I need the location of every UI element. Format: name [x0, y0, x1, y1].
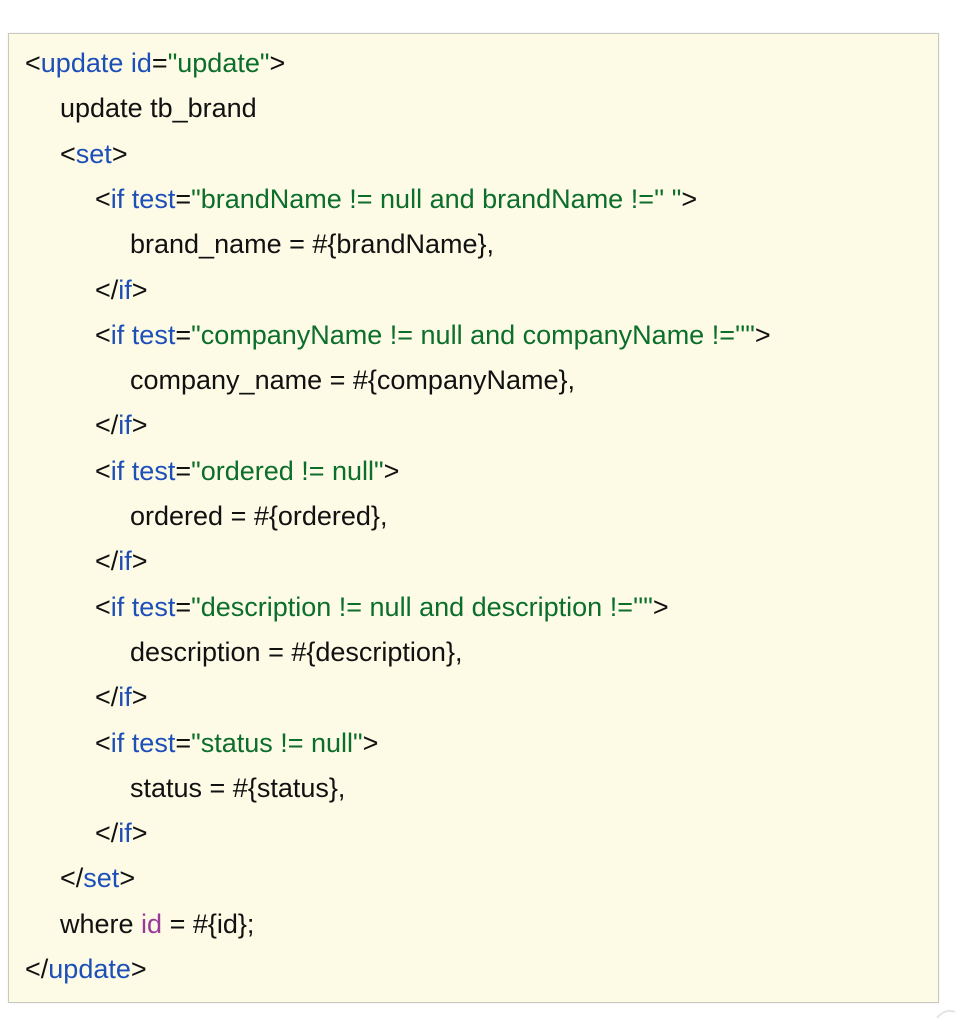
xml-attribute-value: "companyName != null and companyName !='…	[191, 319, 755, 350]
code-line: description = #{description},	[130, 635, 462, 669]
code-text: >	[681, 183, 698, 214]
code-line: update tb_brand	[60, 91, 257, 125]
xml-tag-name: if	[110, 319, 125, 350]
xml-attribute-name: test	[131, 727, 176, 758]
code-line: <if test="ordered != null">	[95, 454, 399, 488]
code-text: status = #{status},	[130, 772, 346, 803]
code-text: <	[95, 183, 111, 214]
xml-tag-name: if	[118, 546, 132, 577]
code-text: = #{id};	[162, 908, 255, 939]
code-text: =	[175, 455, 192, 486]
code-text: >	[269, 48, 286, 78]
code-text: description = #{description},	[130, 636, 463, 667]
xml-attribute-value: "ordered != null"	[191, 455, 384, 486]
code-text: >	[131, 818, 148, 849]
code-text: >	[131, 682, 148, 713]
code-text: =	[175, 727, 192, 758]
code-text: >	[130, 954, 147, 984]
xml-tag-name: set	[75, 138, 112, 169]
xml-attribute-value: "description != null and description !='…	[191, 591, 653, 622]
code-line: </set>	[60, 861, 135, 895]
code-line: <if test="companyName != null and compan…	[95, 318, 771, 352]
code-text: </	[95, 410, 119, 441]
code-text: </	[95, 818, 119, 849]
code-text: >	[119, 863, 136, 894]
code-text: >	[754, 319, 771, 350]
xml-tag-name: if	[110, 591, 125, 622]
code-line: </if>	[95, 544, 148, 578]
code-text: >	[652, 591, 669, 622]
xml-attribute-name: test	[131, 319, 176, 350]
code-text: brand_name = #{brandName},	[130, 229, 495, 260]
code-text: <	[95, 727, 111, 758]
sql-identifier: id	[141, 908, 163, 939]
code-text: =	[151, 48, 168, 78]
code-line: where id = #{id};	[60, 907, 254, 941]
code-text: ordered = #{ordered},	[130, 501, 388, 531]
xml-tag-name: if	[110, 455, 125, 486]
code-line: <if test="status != null">	[95, 726, 378, 760]
xml-tag-name: if	[118, 682, 132, 713]
xml-tag-name: set	[83, 863, 120, 894]
code-line: </update>	[25, 952, 147, 986]
code-line: company_name = #{companyName},	[130, 363, 575, 397]
code-text: </	[95, 682, 119, 713]
code-line: status = #{status},	[130, 771, 345, 805]
code-text: >	[111, 138, 128, 169]
code-line: <set>	[60, 137, 128, 171]
code-text: >	[383, 455, 400, 486]
code-line: <if test="description != null and descri…	[95, 590, 669, 624]
xml-attribute-value: "update"	[167, 48, 270, 78]
corner-curl-decoration	[936, 1009, 956, 1019]
code-text: where	[60, 908, 142, 939]
code-text: <	[95, 455, 111, 486]
xml-attribute-value: "brandName != null and brandName !='' "	[191, 183, 682, 214]
code-text: =	[175, 319, 192, 350]
xml-attribute-value: "status != null"	[191, 727, 363, 758]
code-text: </	[95, 546, 119, 577]
code-line: ordered = #{ordered},	[130, 499, 387, 533]
xml-tag-name: if	[118, 818, 132, 849]
code-text: <	[95, 319, 111, 350]
code-text: </	[25, 954, 49, 984]
code-line: </if>	[95, 408, 148, 442]
code-text: =	[175, 591, 192, 622]
xml-attribute-name: test	[131, 455, 176, 486]
code-block: <update id="update"> update tb_brand <set>…	[8, 33, 939, 1003]
code-text: =	[175, 183, 192, 214]
xml-tag-name: if	[118, 410, 132, 441]
xml-tag-name: if	[110, 183, 125, 214]
xml-attribute-name: test	[131, 183, 176, 214]
xml-attribute-name: id	[130, 48, 152, 78]
code-line: brand_name = #{brandName},	[130, 227, 494, 261]
xml-tag-name: if	[110, 727, 125, 758]
code-line: </if>	[95, 273, 148, 307]
code-text: <	[95, 591, 111, 622]
code-line: <if test="brandName != null and brandNam…	[95, 182, 697, 216]
code-text: update tb_brand	[60, 93, 257, 124]
code-text: </	[95, 274, 119, 305]
xml-tag-name: update	[40, 48, 124, 78]
code-text: >	[131, 274, 148, 305]
code-text: >	[362, 727, 379, 758]
xml-attribute-name: test	[131, 591, 176, 622]
code-text: <	[60, 138, 76, 169]
code-text: </	[60, 863, 84, 894]
code-text: >	[131, 546, 148, 577]
xml-tag-name: update	[48, 954, 131, 984]
code-text: <	[25, 48, 41, 78]
code-text: company_name = #{companyName},	[130, 365, 576, 396]
code-line: </if>	[95, 680, 148, 714]
code-line: <update id="update">	[25, 46, 285, 80]
xml-tag-name: if	[118, 274, 132, 305]
code-text: >	[131, 410, 148, 441]
code-line: </if>	[95, 816, 148, 850]
